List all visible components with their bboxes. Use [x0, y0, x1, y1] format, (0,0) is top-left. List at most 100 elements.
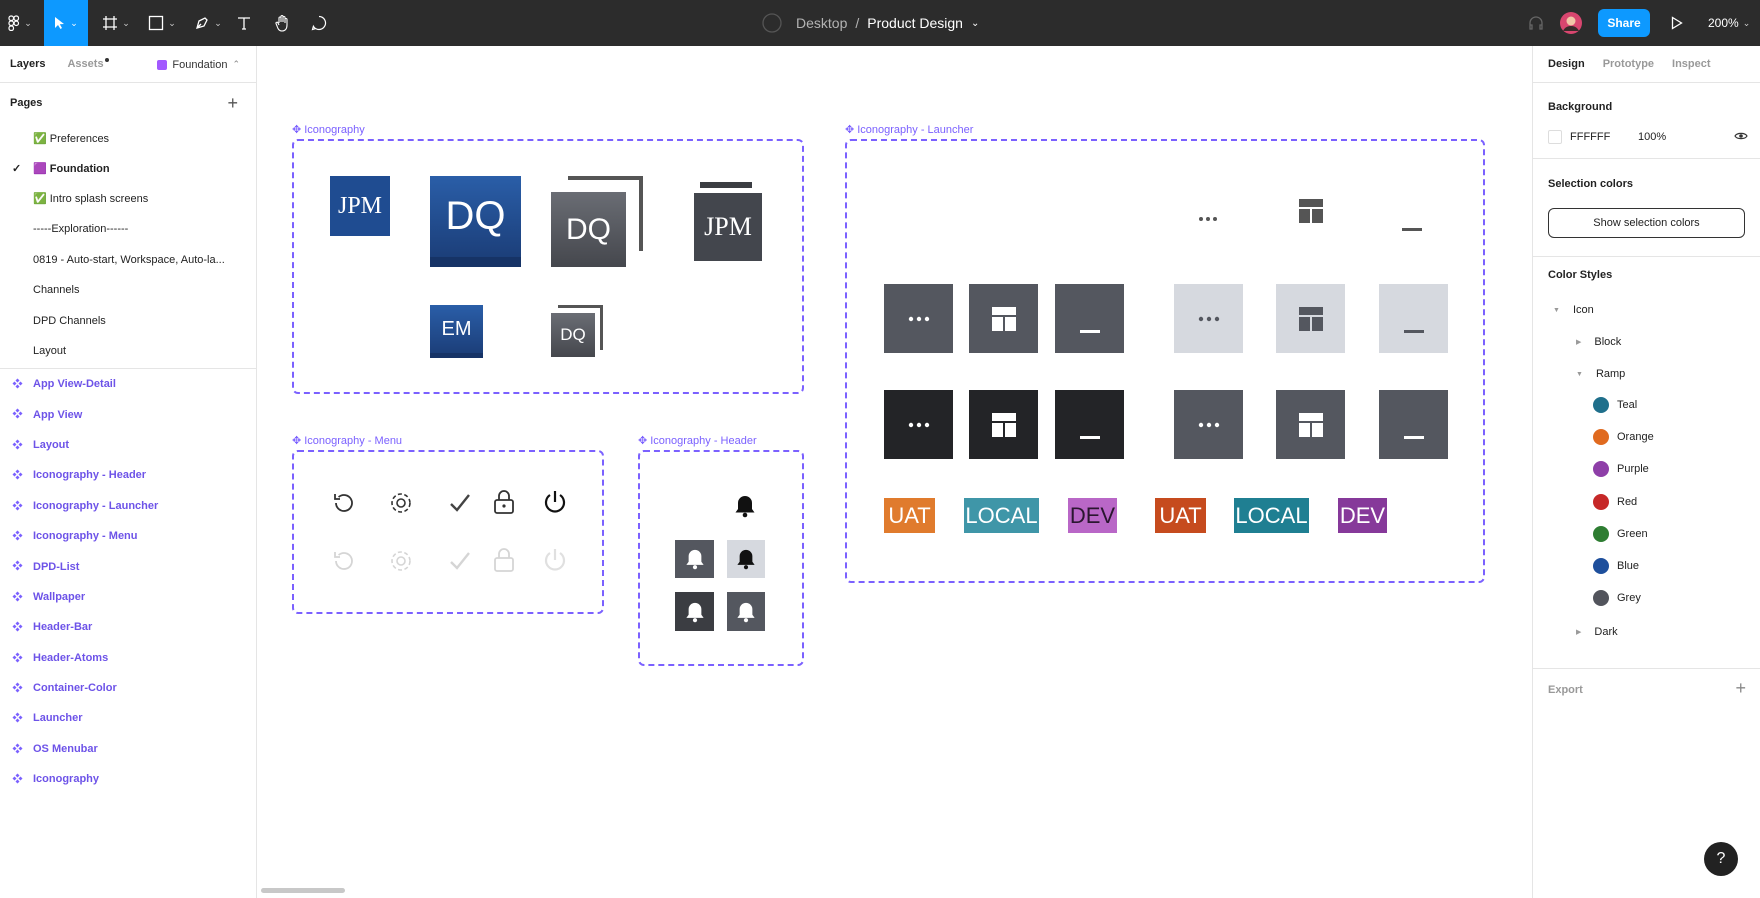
- pen-tool-button[interactable]: ⌄: [188, 0, 228, 46]
- style-group-icon[interactable]: ▼ Icon: [1553, 304, 1594, 316]
- present-button[interactable]: [1668, 0, 1686, 46]
- tab-inspect[interactable]: Inspect: [1672, 58, 1711, 70]
- tab-layers[interactable]: Layers: [10, 58, 45, 70]
- tab-prototype[interactable]: Prototype: [1603, 58, 1654, 70]
- text-tool-button[interactable]: [234, 0, 254, 46]
- check-icon[interactable]: [447, 490, 473, 521]
- frame-tool-button[interactable]: ⌄: [96, 0, 136, 46]
- layer-item[interactable]: Header-Bar: [0, 612, 256, 642]
- page-selector[interactable]: Foundation ⌃: [157, 46, 240, 83]
- dq-logo-grey[interactable]: DQ: [551, 192, 626, 267]
- add-export-icon[interactable]: +: [1735, 678, 1746, 699]
- hand-tool-button[interactable]: [272, 0, 294, 46]
- file-name[interactable]: Product Design: [867, 15, 963, 31]
- audio-button[interactable]: [1527, 0, 1545, 46]
- style-group-ramp[interactable]: ▼ Ramp: [1576, 368, 1625, 380]
- env-badge[interactable]: UAT: [1155, 498, 1206, 533]
- layer-item[interactable]: Iconography: [0, 764, 256, 794]
- color-style-item[interactable]: Green: [1593, 525, 1648, 542]
- minimize-icon[interactable]: [1402, 219, 1422, 237]
- frame-label-launcher[interactable]: ✥ Iconography - Launcher: [845, 123, 973, 137]
- layout-tile-grey[interactable]: [969, 284, 1038, 353]
- minimize-tile-light[interactable]: [1379, 284, 1448, 353]
- chevron-down-icon[interactable]: ⌄: [971, 18, 979, 29]
- bell-icon[interactable]: [734, 494, 756, 523]
- more-tile-mid[interactable]: [1174, 390, 1243, 459]
- layer-item[interactable]: App View: [0, 399, 256, 429]
- main-menu-button[interactable]: ⌄: [0, 0, 40, 46]
- layer-item[interactable]: OS Menubar: [0, 734, 256, 764]
- bell-tile-light[interactable]: [727, 540, 765, 578]
- page-item[interactable]: ✓ 🟪 Foundation: [0, 153, 256, 183]
- add-page-icon[interactable]: +: [227, 93, 238, 114]
- dq-logo-blue[interactable]: DQ: [430, 176, 521, 267]
- jpm-logo-blue[interactable]: JPM: [330, 176, 390, 236]
- comment-tool-button[interactable]: [308, 0, 330, 46]
- background-swatch[interactable]: [1548, 130, 1562, 144]
- env-badge[interactable]: DEV: [1068, 498, 1117, 533]
- more-tile-grey[interactable]: [884, 284, 953, 353]
- minimize-tile-grey[interactable]: [1055, 284, 1124, 353]
- page-item[interactable]: Channels: [0, 275, 256, 305]
- minimize-tile-mid[interactable]: [1379, 390, 1448, 459]
- help-button[interactable]: ?: [1704, 842, 1738, 876]
- page-item[interactable]: Layout: [0, 336, 256, 366]
- lock-icon[interactable]: [492, 489, 516, 520]
- layer-item[interactable]: DPD-List: [0, 551, 256, 581]
- power-icon[interactable]: [542, 489, 568, 520]
- minimize-tile-dark[interactable]: [1055, 390, 1124, 459]
- style-group-block[interactable]: ▶ Block: [1576, 336, 1621, 348]
- tab-design[interactable]: Design: [1548, 58, 1585, 70]
- share-button[interactable]: Share: [1598, 9, 1650, 37]
- env-badge[interactable]: UAT: [884, 498, 935, 533]
- background-opacity[interactable]: 100%: [1638, 131, 1666, 143]
- color-style-item[interactable]: Grey: [1593, 590, 1641, 607]
- page-item[interactable]: ✅ Intro splash screens: [0, 184, 256, 214]
- layer-item[interactable]: Iconography - Header: [0, 460, 256, 490]
- layer-item[interactable]: Wallpaper: [0, 582, 256, 612]
- breadcrumb-parent[interactable]: Desktop: [796, 15, 847, 31]
- color-style-item[interactable]: Orange: [1593, 429, 1654, 446]
- layer-item[interactable]: Layout: [0, 430, 256, 460]
- layout-tile-mid[interactable]: [1276, 390, 1345, 459]
- bell-tile-grey[interactable]: [675, 540, 714, 578]
- env-badge[interactable]: LOCAL: [964, 498, 1039, 533]
- layer-item[interactable]: Iconography - Menu: [0, 521, 256, 551]
- more-icon[interactable]: [1198, 209, 1218, 227]
- user-avatar[interactable]: [1559, 0, 1583, 46]
- frame-menu[interactable]: [292, 450, 604, 614]
- canvas-horizontal-scrollbar[interactable]: [261, 888, 345, 893]
- layer-item[interactable]: Header-Atoms: [0, 643, 256, 673]
- color-style-item[interactable]: Teal: [1593, 397, 1637, 413]
- env-badge[interactable]: LOCAL: [1234, 498, 1309, 533]
- frame-header[interactable]: [638, 450, 804, 666]
- env-badge[interactable]: DEV: [1338, 498, 1387, 533]
- more-tile-light[interactable]: [1174, 284, 1243, 353]
- shape-tool-button[interactable]: ⌄: [142, 0, 182, 46]
- bell-tile-dark[interactable]: [675, 592, 714, 631]
- layout-tile-light[interactable]: [1276, 284, 1345, 353]
- tab-assets[interactable]: Assets: [67, 58, 109, 70]
- layer-item[interactable]: Container-Color: [0, 673, 256, 703]
- layer-item[interactable]: Launcher: [0, 703, 256, 733]
- layout-icon[interactable]: [1299, 199, 1323, 228]
- dq-logo-small[interactable]: DQ: [551, 313, 595, 357]
- page-item[interactable]: 0819 - Auto-start, Workspace, Auto-la...: [0, 245, 256, 275]
- frame-label-iconography[interactable]: ✥ Iconography: [292, 123, 365, 137]
- frame-label-menu[interactable]: ✥ Iconography - Menu: [292, 434, 402, 448]
- more-tile-dark[interactable]: [884, 390, 953, 459]
- canvas[interactable]: ✥ Iconography JPM DQ DQ JPM EM DQ ✥ Icon…: [258, 46, 1532, 898]
- style-group-dark[interactable]: ▶ Dark: [1576, 626, 1618, 638]
- frame-label-header[interactable]: ✥ Iconography - Header: [638, 434, 757, 448]
- jpm-logo-grey[interactable]: JPM: [694, 193, 762, 261]
- color-style-item[interactable]: Purple: [1593, 461, 1649, 478]
- bell-tile-mid[interactable]: [727, 592, 765, 631]
- page-item[interactable]: -----Exploration------: [0, 214, 256, 244]
- move-tool-button[interactable]: ⌄: [44, 0, 88, 46]
- page-item[interactable]: DPD Channels: [0, 305, 256, 335]
- color-style-item[interactable]: Blue: [1593, 558, 1639, 574]
- team-avatar[interactable]: [760, 0, 784, 46]
- refresh-icon[interactable]: [331, 490, 357, 521]
- settings-icon[interactable]: [388, 490, 414, 521]
- zoom-control[interactable]: 200% ⌄: [1708, 0, 1750, 46]
